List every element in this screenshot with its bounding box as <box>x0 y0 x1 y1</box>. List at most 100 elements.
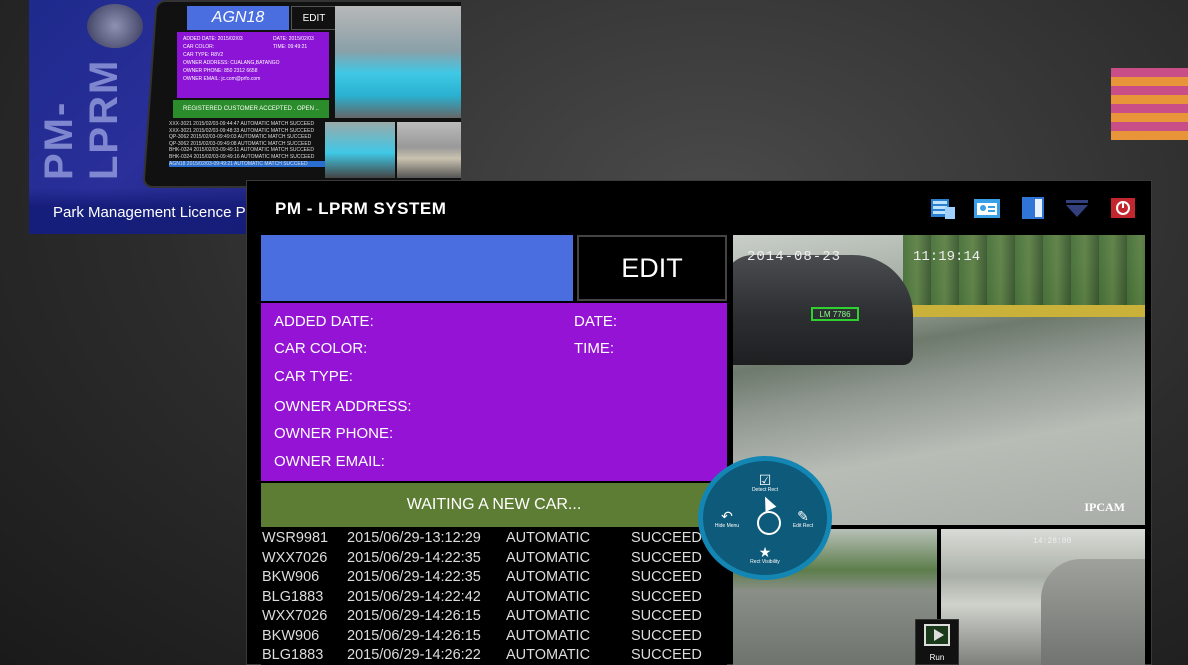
id-card-icon[interactable] <box>973 195 1001 221</box>
thumbnail-log-row: QP-3062 2015/02/03-09:49:08 AUTOMATIC MA… <box>169 140 312 147</box>
log-result: SUCCEED <box>631 549 702 566</box>
log-plate: BLG1883 <box>262 647 324 663</box>
time-label: TIME: <box>574 340 614 357</box>
log-row[interactable]: BLG1883 2015/06/29-14:26:22 AUTOMATIC SU… <box>261 646 727 665</box>
added-date-label: ADDED DATE: <box>274 313 374 330</box>
camera-curb <box>893 305 1145 317</box>
log-datetime: 2015/06/29-14:26:15 <box>347 627 481 644</box>
thumbnail-status: REGISTERED CUSTOMER ACCEPTED . OPEN .. <box>173 100 329 118</box>
dropdown-icon[interactable] <box>1063 195 1091 221</box>
thumbnail-info-line: OWNER PHONE: 850 2312 6658 <box>183 68 258 74</box>
log-result: SUCCEED <box>631 569 702 585</box>
log-plate: BKW906 <box>262 569 320 585</box>
thumbnail-log-row: XXX-3021 2015/02/03-09:48:33 AUTOMATIC M… <box>169 127 315 134</box>
date-label: DATE: <box>574 313 618 330</box>
play-icon <box>924 624 950 646</box>
detection-log[interactable]: WSR9981 2015/06/29-13:12:29 AUTOMATIC SU… <box>261 529 727 665</box>
radial-menu[interactable]: ☑ Detect Rect ↶ Hide Menu ✎ Edit Rect ★ … <box>698 456 832 580</box>
log-mode: AUTOMATIC <box>506 608 591 624</box>
log-row[interactable]: BKW906 2015/06/29-14:22:35 AUTOMATIC SUC… <box>261 568 727 588</box>
panel-icon[interactable] <box>1019 195 1047 221</box>
thumbnail-log-row: BHK-0324 2015/02/03-09:49:16 AUTOMATIC M… <box>169 153 315 160</box>
log-mode: AUTOMATIC <box>506 530 591 546</box>
log-plate: BKW906 <box>262 627 320 644</box>
thumbnail-info-right: DATE: 2015/02/03 <box>273 36 314 42</box>
power-icon[interactable] <box>1109 195 1137 221</box>
plate-display <box>261 235 573 301</box>
run-label: Run <box>929 653 945 662</box>
thumbnail-log-row: QP-3062 2015/02/03-09:49:03 AUTOMATIC MA… <box>169 134 312 141</box>
log-datetime: 2015/06/29-14:22:35 <box>347 549 481 566</box>
log-datetime: 2015/06/29-14:26:22 <box>347 647 481 663</box>
checkmark-icon: ☑ <box>758 472 772 488</box>
radial-item-label: Hide Menu <box>714 523 740 529</box>
thumbnail-plate: AGN18 <box>187 6 289 30</box>
radial-item-label: Detect Rect <box>751 487 779 493</box>
log-row[interactable]: BKW906 2015/06/29-14:26:15 AUTOMATIC SUC… <box>261 627 727 647</box>
thumbnail-car-image <box>335 6 461 118</box>
thumbnail-log-row: AGN18 2015/02/03-09:49:21 AUTOMATIC MATC… <box>169 160 325 168</box>
radial-item-edit-rect[interactable]: ✎ Edit Rect <box>783 509 823 529</box>
camera-plants <box>903 235 1145 315</box>
thumbnail-info-right: TIME: 09:49:21 <box>273 44 308 50</box>
log-result: SUCCEED <box>631 588 702 605</box>
thumbnail-info-line: OWNER ADDRESS: CUALANG,BATANGO <box>183 60 280 66</box>
run-button[interactable]: Run <box>915 619 959 665</box>
status-bar: WAITING A NEW CAR... <box>261 483 727 527</box>
owner-address-label: OWNER ADDRESS: <box>274 398 412 415</box>
title-bar: PM - LPRM SYSTEM <box>247 181 1151 233</box>
log-row[interactable]: WSR9981 2015/06/29-13:12:29 AUTOMATIC SU… <box>261 529 727 549</box>
thumbnail-info-line: OWNER EMAIL: jc.com@prfo.com <box>183 76 261 82</box>
car-color-label: CAR COLOR: <box>274 340 368 357</box>
log-row[interactable]: WXX7026 2015/06/29-14:22:35 AUTOMATIC SU… <box>261 549 727 569</box>
log-datetime: 2015/06/29-13:12:29 <box>347 530 481 546</box>
log-mode: AUTOMATIC <box>506 549 591 566</box>
app-window: PM - LPRM SYSTEM EDIT ADDED DATE: CAR CO… <box>246 180 1152 665</box>
thumbnail-brand: PM-LPRM <box>37 58 126 180</box>
star-icon: ★ <box>758 544 772 560</box>
log-row[interactable]: WXX7026 2015/06/29-14:26:15 AUTOMATIC SU… <box>261 607 727 627</box>
radial-item-hide-menu[interactable]: ↶ Hide Menu <box>707 509 747 529</box>
camera-time: 11:19:14 <box>913 249 981 265</box>
radial-item-label: Edit Rect <box>792 523 814 529</box>
thumbnail-log-row: XXX-3021 2015/02/03-09:44:47 AUTOMATIC M… <box>169 121 315 127</box>
log-plate: WXX7026 <box>262 549 328 566</box>
camera-date: 2014-08-23 <box>747 249 842 265</box>
camera-label: IPCAM <box>1084 500 1125 514</box>
database-icon[interactable] <box>929 195 957 221</box>
secondary-camera-feed[interactable]: 14:28:00 <box>941 529 1145 665</box>
log-mode: AUTOMATIC <box>506 627 591 644</box>
radial-item-detect-rect[interactable]: ☑ Detect Rect <box>745 473 785 493</box>
camera-small-timestamp: 14:28:00 <box>1033 537 1072 546</box>
log-result: SUCCEED <box>631 530 702 546</box>
camera-car <box>1041 559 1145 665</box>
edit-icon: ✎ <box>797 508 809 524</box>
radial-item-rect-visibility[interactable]: ★ Rect Visibility <box>745 545 785 565</box>
thumbnail-edit-button: EDIT <box>291 6 337 30</box>
radial-item-label: Rect Visibility <box>750 559 780 565</box>
striped-flag-graphic <box>1111 68 1188 140</box>
log-datetime: 2015/06/29-14:22:42 <box>347 588 481 605</box>
edit-button[interactable]: EDIT <box>577 235 727 301</box>
log-plate: WSR9981 <box>262 530 329 546</box>
thumbnail-car-image-small <box>325 122 395 178</box>
thumbnail-info-line: CAR TYPE: R8V2 <box>183 52 224 58</box>
log-result: SUCCEED <box>631 647 702 663</box>
log-row[interactable]: BLG1883 2015/06/29-14:22:42 AUTOMATIC SU… <box>261 588 727 608</box>
app-title: PM - LPRM SYSTEM <box>275 199 447 218</box>
owner-email-label: OWNER EMAIL: <box>274 453 385 470</box>
log-mode: AUTOMATIC <box>506 588 591 605</box>
thumbnail-log-row: BHK-0324 2015/02/03-09:49:11 AUTOMATIC M… <box>169 147 314 154</box>
radial-center-icon[interactable] <box>757 511 781 535</box>
thumbnail-log: XXX-3021 2015/02/03-09:44:47 AUTOMATIC M… <box>165 120 329 176</box>
vehicle-info-panel: ADDED DATE: CAR COLOR: CAR TYPE: OWNER A… <box>261 303 727 481</box>
log-datetime: 2015/06/29-14:26:15 <box>347 608 481 624</box>
undo-arrow-icon: ↶ <box>721 508 733 524</box>
thumbnail-info-panel: ADDED DATE: 2015/02/03 CAR COLOR: CAR TY… <box>177 32 329 98</box>
log-datetime: 2015/06/29-14:22:35 <box>347 569 481 585</box>
log-plate: WXX7026 <box>262 608 328 624</box>
log-mode: AUTOMATIC <box>506 569 591 585</box>
log-mode: AUTOMATIC <box>506 647 591 663</box>
car-type-label: CAR TYPE: <box>274 368 353 385</box>
owner-phone-label: OWNER PHONE: <box>274 425 394 442</box>
